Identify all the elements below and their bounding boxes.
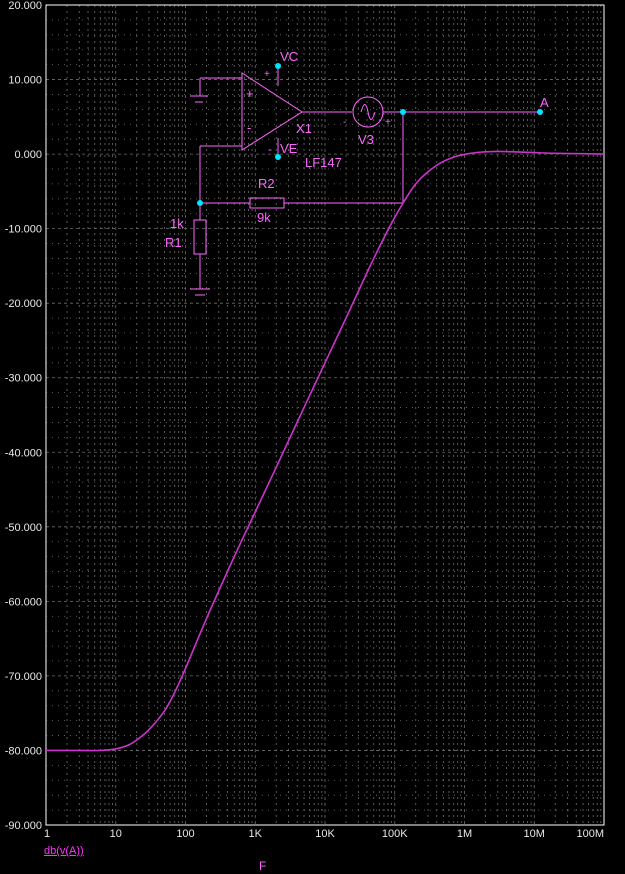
y-tick-label: 10.000 — [8, 75, 42, 87]
x-tick-label: 10 — [110, 828, 122, 840]
y-tick-label: 0.000 — [14, 149, 42, 161]
trace-legend[interactable]: db(v(A)) — [44, 845, 84, 857]
x-tick-label: 10K — [315, 828, 335, 840]
opamp-plus-sign: + — [246, 86, 254, 101]
opamp-minus-sign: - — [247, 120, 251, 135]
x-axis-label: F — [259, 859, 267, 873]
minus-node-dot — [197, 200, 203, 206]
x-tick-label: 1 — [44, 828, 50, 840]
y-tick-label: -10.000 — [5, 224, 42, 236]
x-tick-label: 100K — [382, 828, 408, 840]
a-label: A — [540, 95, 549, 110]
output-node-dot — [400, 109, 406, 115]
y-tick-label: -90.000 — [5, 820, 42, 832]
source-ref-label: V3 — [358, 132, 374, 147]
y-tick-label: -30.000 — [5, 373, 42, 385]
source-minus-sign: - — [343, 117, 346, 128]
opamp-symbol — [241, 72, 303, 151]
x-tick-label: 100 — [176, 828, 194, 840]
x-tick-labels: 1 10 100 1K 10K 100K 1M 10M 100M — [44, 828, 604, 840]
opamp-model-label: LF147 — [305, 155, 342, 170]
y-tick-label: -20.000 — [5, 298, 42, 310]
x-tick-label: 1M — [457, 828, 472, 840]
y-tick-labels: 20.000 10.000 0.000 -10.000 -20.000 -30.000 -4… — [5, 0, 42, 832]
y-tick-label: -80.000 — [5, 745, 42, 757]
r2-value-label: 9k — [257, 210, 271, 225]
source-sine-icon — [360, 104, 376, 120]
source-plus-sign: + — [385, 117, 391, 128]
x-tick-label: 10M — [524, 828, 545, 840]
y-tick-label: 20.000 — [8, 0, 42, 12]
r1-ref-label: R1 — [165, 235, 182, 250]
y-tick-label: -60.000 — [5, 596, 42, 608]
x-tick-label: 1K — [249, 828, 263, 840]
ve-minus-sign: - — [268, 142, 272, 156]
opamp-ref-label: X1 — [296, 121, 312, 136]
x-tick-label: 100M — [576, 828, 604, 840]
bode-plot: 20.000 10.000 0.000 -10.000 -20.000 -30.000 -4… — [5, 0, 605, 840]
y-tick-label: -50.000 — [5, 522, 42, 534]
r1-resistor — [193, 219, 207, 255]
vc-plus-sign: + — [264, 69, 270, 80]
r2-ref-label: R2 — [258, 176, 275, 191]
y-tick-label: -70.000 — [5, 671, 42, 683]
circuit-schematic — [190, 63, 543, 296]
ve-label: VE — [280, 141, 298, 156]
plot-grid — [45, 4, 604, 826]
vc-label: VC — [280, 49, 298, 64]
y-tick-label: -40.000 — [5, 447, 42, 459]
r1-value-label: 1k — [170, 216, 184, 231]
